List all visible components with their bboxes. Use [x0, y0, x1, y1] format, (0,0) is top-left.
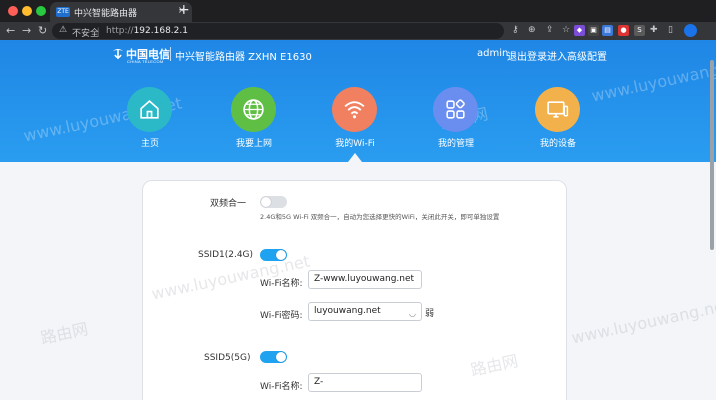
user-name: admin	[477, 48, 509, 59]
page-scrollbar[interactable]	[710, 60, 714, 250]
ssid1-password-label: Wi-Fi密码:	[260, 311, 303, 321]
logo-divider	[170, 47, 171, 61]
extension-purple-icon[interactable]: ◆	[574, 25, 585, 36]
ssid1-name-label: Wi-Fi名称:	[260, 279, 303, 289]
password-strength: 弱	[425, 309, 435, 319]
toggle-knob	[276, 250, 286, 260]
china-telecom-logo-icon	[113, 49, 123, 59]
window-zoom-button[interactable]	[36, 6, 46, 16]
router-header: 中国电信 CHINA TELECOM 中兴智能路由器 ZXHN E1630 ad…	[0, 40, 716, 162]
nav-home-label: 主页	[140, 139, 159, 149]
extensions-puzzle-icon[interactable]: ✚	[650, 25, 658, 35]
nav-wifi[interactable]: 我的Wi-Fi	[315, 86, 395, 150]
extension-red-icon[interactable]: ●	[618, 25, 629, 36]
bookmark-star-icon[interactable]: ☆	[562, 25, 570, 35]
watermark-text: www.luyouwang.net	[589, 53, 716, 106]
browser-tab-bar: ZTE 中兴智能路由器 × +	[0, 0, 716, 22]
extension-s-icon[interactable]: S	[634, 25, 645, 36]
globe-icon	[231, 87, 276, 132]
dual-band-toggle[interactable]	[260, 196, 287, 208]
insecure-label: 不安全	[72, 29, 100, 39]
sidebar-toggle-icon[interactable]: ▯	[668, 25, 673, 35]
advanced-config-link[interactable]: 进入高级配置	[547, 48, 607, 63]
browser-toolbar: ← → ↻ ⚠ 不安全 | http://192.168.2.1 ⚷ ⊕ ⇪ ☆…	[0, 22, 716, 40]
toggle-knob	[261, 197, 271, 207]
translate-icon[interactable]: ⊕	[528, 25, 536, 35]
nav-management[interactable]: 我的管理	[416, 86, 496, 150]
url-separator: |	[97, 26, 100, 36]
wifi-icon	[332, 87, 377, 132]
new-tab-icon[interactable]: +	[178, 3, 190, 17]
share-icon[interactable]: ⇪	[546, 25, 554, 35]
zte-favicon-icon: ZTE	[56, 7, 70, 17]
apps-icon	[433, 87, 478, 132]
watermark-text: www.luyouwang.net	[569, 295, 716, 348]
profile-avatar-icon[interactable]	[684, 24, 697, 37]
address-bar[interactable]: ⚠ 不安全 | http://192.168.2.1	[52, 23, 504, 39]
browser-tab[interactable]: ZTE 中兴智能路由器 ×	[50, 2, 192, 22]
nav-wifi-label: 我的Wi-Fi	[335, 139, 375, 149]
nav-internet-label: 我要上网	[235, 139, 272, 149]
forward-arrow-icon[interactable]: →	[22, 24, 31, 37]
ssid1-label: SSID1(2.4G)	[198, 250, 254, 260]
dual-band-hint: 2.4G和5G Wi-Fi 双频合一，自动为您选择更快的WiFi，关闭此开关，即…	[260, 213, 500, 221]
url-text: http://192.168.2.1	[106, 26, 188, 36]
logo-subtext: CHINA TELECOM	[127, 59, 164, 64]
nav-management-label: 我的管理	[437, 139, 474, 149]
dual-band-label: 双频合一	[210, 199, 247, 209]
ssid5-label: SSID5(5G)	[204, 353, 251, 363]
reload-icon[interactable]: ↻	[38, 24, 47, 37]
ssid1-name-input[interactable]: Z-www.luyouwang.net	[308, 270, 422, 289]
watermark-brand: 路由网	[38, 319, 90, 348]
extension-blue-icon[interactable]: ▤	[602, 25, 613, 36]
nav-internet[interactable]: 我要上网	[214, 86, 294, 150]
tab-title: 中兴智能路由器	[74, 9, 138, 19]
warning-triangle-icon: ⚠	[59, 25, 68, 35]
nav-devices[interactable]: 我的设备	[518, 86, 598, 150]
monitor-icon	[535, 87, 580, 132]
ssid1-toggle[interactable]	[260, 249, 287, 261]
nav-home[interactable]: 主页	[110, 86, 190, 150]
extension-dark-icon[interactable]: ▣	[588, 25, 599, 36]
window-minimize-button[interactable]	[22, 6, 32, 16]
ssid5-name-input[interactable]: Z-www.luyouwang.net-5G	[308, 373, 422, 392]
back-arrow-icon[interactable]: ←	[6, 24, 15, 37]
ssid1-password-input[interactable]: luyouwang.net	[308, 302, 422, 321]
active-nav-pointer	[348, 153, 362, 162]
ssid5-toggle[interactable]	[260, 351, 287, 363]
logout-link[interactable]: 退出登录	[507, 48, 547, 63]
home-icon	[127, 87, 172, 132]
ssid5-name-label: Wi-Fi名称:	[260, 382, 303, 392]
product-title: 中兴智能路由器 ZXHN E1630	[175, 52, 312, 63]
toggle-knob	[276, 352, 286, 362]
window-close-button[interactable]	[8, 6, 18, 16]
nav-devices-label: 我的设备	[539, 139, 576, 149]
eye-toggle-icon[interactable]: ◡	[409, 309, 416, 318]
password-key-icon[interactable]: ⚷	[512, 25, 519, 35]
